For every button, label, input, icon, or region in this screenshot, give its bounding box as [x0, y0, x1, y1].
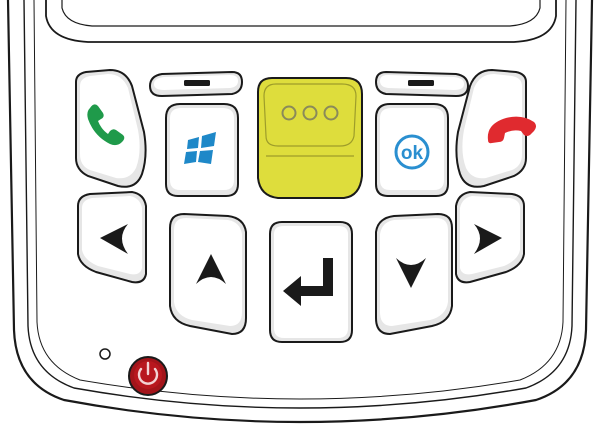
- windows-key[interactable]: [165, 103, 239, 197]
- minus-bar-icon: [184, 80, 210, 86]
- enter-key-face: [274, 226, 348, 338]
- keypad-illustration: ok: [6, 0, 594, 424]
- down-arrow-key[interactable]: [375, 212, 453, 336]
- right-soft-key[interactable]: [374, 70, 470, 98]
- ok-key-label: ok: [401, 143, 424, 164]
- led-indicator-icon: [99, 348, 111, 360]
- scan-key-shell: [257, 77, 363, 199]
- bezel-outer: [45, 0, 557, 43]
- up-arrow-key[interactable]: [169, 212, 247, 336]
- ok-key[interactable]: ok: [375, 103, 449, 197]
- minus-bar-icon: [408, 80, 434, 86]
- left-soft-key[interactable]: [148, 70, 244, 98]
- enter-key[interactable]: [269, 221, 353, 343]
- scan-key[interactable]: [257, 77, 363, 199]
- right-arrow-key[interactable]: [455, 190, 525, 284]
- screen-bezel: [45, 0, 557, 43]
- left-arrow-key[interactable]: [77, 190, 147, 284]
- power-key[interactable]: [128, 356, 168, 396]
- windows-key-face: [170, 108, 234, 190]
